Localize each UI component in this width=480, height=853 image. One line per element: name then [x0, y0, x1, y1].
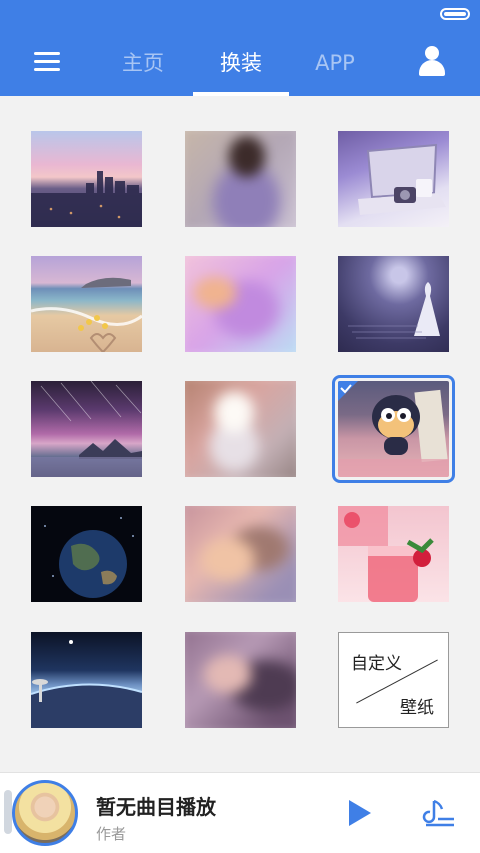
menu-icon[interactable] [34, 50, 62, 74]
tab-theme[interactable]: 换装 [209, 48, 273, 78]
wallpaper-beach-hearts[interactable] [31, 256, 142, 352]
wallpaper-city-skyline-sunset[interactable] [31, 131, 142, 227]
play-icon[interactable] [347, 798, 373, 828]
playlist-icon[interactable] [422, 797, 456, 829]
top-app-bar: 主页 换装 APP [0, 0, 480, 96]
song-title: 暂无曲目播放 [96, 795, 216, 819]
mini-player: 暂无曲目播放 作者 [0, 772, 480, 853]
battery-icon [440, 8, 470, 20]
user-profile-icon[interactable] [418, 46, 446, 78]
wallpaper-woman-blurred[interactable] [185, 632, 296, 728]
wallpaper-woman-lying-pink[interactable] [185, 256, 296, 352]
wallpaper-earth-horizon[interactable] [31, 632, 142, 728]
wallpaper-strawberry-drinks[interactable] [338, 506, 449, 602]
custom-wallpaper-button[interactable]: 自定义 壁纸 [338, 632, 449, 728]
wallpaper-earth-space[interactable] [31, 506, 142, 602]
custom-wallpaper-label-1: 自定义 [351, 654, 402, 674]
wallpaper-girl-street[interactable] [185, 381, 296, 477]
custom-wallpaper-label-2: 壁纸 [400, 698, 434, 718]
song-author: 作者 [96, 825, 127, 843]
album-art-avatar[interactable] [12, 780, 78, 846]
tab-app[interactable]: APP [304, 48, 366, 78]
wallpaper-cartoon-character-shopping-bag[interactable] [332, 375, 455, 483]
wallpaper-girl-in-white-dress-night[interactable] [338, 256, 449, 352]
wallpaper-grid: 自定义 壁纸 [0, 96, 480, 772]
wallpaper-starry-mountain-lake[interactable] [31, 381, 142, 477]
wallpaper-woman-portrait[interactable] [185, 131, 296, 227]
wallpaper-couple-closeup[interactable] [185, 506, 296, 602]
selected-check-icon [338, 381, 358, 401]
player-edge-handle [4, 790, 12, 834]
tab-home[interactable]: 主页 [112, 48, 174, 78]
wallpaper-laptop-camera-desk[interactable] [338, 131, 449, 227]
